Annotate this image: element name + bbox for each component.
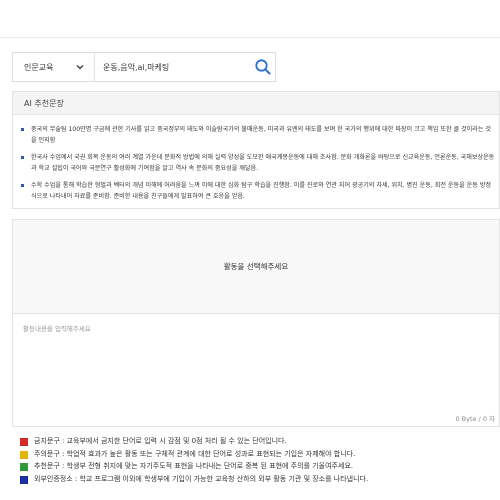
- legend-text: 금지문구 : 교육부에서 금지한 단어로 입력 시 감점 및 0점 처리 될 수…: [34, 437, 287, 445]
- byte-counter: 0 Byte / 0 자: [455, 415, 495, 423]
- activity-select-area[interactable]: 활동을 선택해주세요: [12, 219, 500, 314]
- keyword-legend: 금지문구 : 교육부에서 금지한 단어로 입력 시 감점 및 0점 처리 될 수…: [20, 437, 490, 487]
- red-swatch-icon: [20, 438, 28, 446]
- chevron-down-icon: [76, 65, 84, 70]
- yellow-swatch-icon: [20, 450, 28, 459]
- bullet-icon: [21, 184, 24, 187]
- ai-sentence-item[interactable]: 한국사 수업에서 국권 회복 운동의 여러 계열 가운데 문화적 방법에 의해 …: [19, 152, 495, 174]
- keyword-input[interactable]: [103, 53, 253, 81]
- bullet-icon: [21, 128, 24, 131]
- legend-item-forbidden: 금지문구 : 교육부에서 금지한 단어로 입력 시 감점 및 0점 처리 될 수…: [20, 437, 490, 450]
- legend-item-recommend: 추천문구 : 학생부 전형 취지에 맞는 자기주도적 표현을 나타내는 단어로 …: [20, 462, 490, 475]
- legend-text: 추천문구 : 학생부 전형 취지에 맞는 자기주도적 표현을 나타내는 단어로 …: [34, 462, 354, 470]
- ai-recommend-panel: AI 추천문장 중국의 무술팀 100만명 구금에 관한 기사를 읽고 중국정부…: [12, 91, 500, 209]
- green-swatch-icon: [20, 463, 28, 471]
- activity-content-input[interactable]: [13, 314, 499, 409]
- search-icon[interactable]: [253, 57, 273, 77]
- ai-sentence-item[interactable]: 중국의 무술팀 100만명 구금에 관한 기사를 읽고 중국정부의 태도와 이슬…: [19, 124, 495, 146]
- category-select[interactable]: 인문교육: [13, 53, 95, 81]
- search-bar: 인문교육: [12, 52, 276, 82]
- activity-select-message: 활동을 선택해주세요: [223, 262, 289, 271]
- ai-recommend-title: AI 추천문장: [13, 92, 499, 115]
- legend-item-external: 외부인증정소 : 학교 프로그램 이외에 학생부에 기입이 가능한 교육청 산하…: [20, 475, 490, 488]
- activity-content-panel: 0 Byte / 0 자: [12, 314, 500, 427]
- legend-text: 주의문구 : 학업적 효과가 높은 활동 또는 구체적 관계에 대한 단어로 성…: [34, 449, 356, 458]
- legend-text: 외부인증정소 : 학교 프로그램 이외에 학생부에 기입이 가능한 교육청 산하…: [34, 474, 369, 483]
- ai-sentence-item[interactable]: 수학 수업을 통해 학습한 형벌과 벡터의 개념 이해에 어려움을 느껴 이에 …: [19, 180, 495, 202]
- category-select-label: 인문교육: [24, 62, 54, 72]
- ai-sentence-list: 중국의 무술팀 100만명 구금에 관한 기사를 읽고 중국정부의 태도와 이슬…: [19, 124, 495, 208]
- legend-item-caution: 주의문구 : 학업적 효과가 높은 활동 또는 구체적 관계에 대한 단어로 성…: [20, 450, 490, 463]
- bullet-icon: [21, 156, 24, 159]
- top-divider: [0, 37, 500, 38]
- blue-swatch-icon: [20, 475, 28, 484]
- ai-sentence-text: 한국사 수업에서 국권 회복 운동의 여러 계열 가운데 문화적 방법에 의해 …: [31, 154, 495, 172]
- ai-sentence-text: 중국의 무술팀 100만명 구금에 관한 기사를 읽고 중국정부의 태도와 이슬…: [31, 126, 492, 144]
- ai-sentence-text: 수학 수업을 통해 학습한 형벌과 벡터의 개념 이해에 어려움을 느껴 이에 …: [31, 182, 492, 200]
